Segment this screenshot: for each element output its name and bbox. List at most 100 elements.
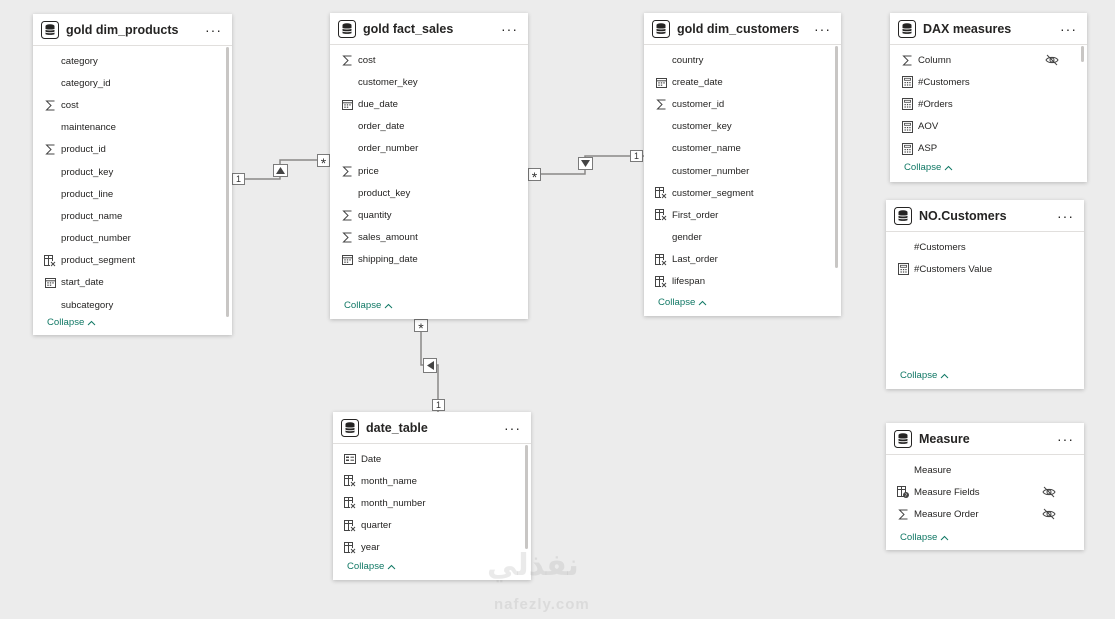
field-row[interactable]: order_date bbox=[330, 116, 528, 138]
collapse-link[interactable]: Collapse bbox=[900, 532, 949, 543]
collapse-link[interactable]: Collapse bbox=[658, 297, 707, 308]
field-row[interactable]: quantity bbox=[330, 204, 528, 226]
field-icon-placeholder bbox=[341, 143, 353, 155]
more-options-icon[interactable]: ··· bbox=[1055, 209, 1076, 223]
field-row[interactable]: start_date bbox=[33, 272, 232, 294]
field-row[interactable]: ASP bbox=[890, 138, 1087, 160]
field-row[interactable]: customer_id bbox=[644, 93, 841, 115]
table-card-dax-measures[interactable]: DAX measures ··· Column #Customers #Orders AO… bbox=[890, 13, 1087, 182]
collapse-link[interactable]: Collapse bbox=[900, 370, 949, 381]
field-row[interactable]: product_id bbox=[33, 139, 232, 161]
filter-direction-date[interactable] bbox=[423, 358, 437, 373]
field-row[interactable]: subcategory bbox=[33, 294, 232, 316]
table-header[interactable]: gold dim_customers ··· bbox=[644, 13, 841, 45]
field-row[interactable]: product_line bbox=[33, 183, 232, 205]
collapse-link[interactable]: Collapse bbox=[344, 300, 393, 311]
more-options-icon[interactable]: ··· bbox=[812, 22, 833, 36]
table-card-gold-fact-sales[interactable]: gold fact_sales ··· cost customer_key due_da… bbox=[330, 13, 528, 319]
table-header[interactable]: gold dim_products ··· bbox=[33, 14, 232, 46]
field-row[interactable]: cost bbox=[33, 94, 232, 116]
field-row[interactable]: Last_order bbox=[644, 249, 841, 271]
table-card-gold-dim-customers[interactable]: gold dim_customers ··· country create_date c… bbox=[644, 13, 841, 316]
field-row[interactable]: due_date bbox=[330, 93, 528, 115]
field-row[interactable]: customer_key bbox=[644, 116, 841, 138]
field-row[interactable]: shipping_date bbox=[330, 249, 528, 271]
field-row[interactable]: maintenance bbox=[33, 117, 232, 139]
field-row[interactable]: cost bbox=[330, 49, 528, 71]
field-name: product_key bbox=[61, 166, 114, 178]
field-row[interactable]: order_number bbox=[330, 138, 528, 160]
collapse-label: Collapse bbox=[658, 297, 696, 308]
scrollbar[interactable] bbox=[525, 445, 528, 549]
table-header[interactable]: date_table ··· bbox=[333, 412, 531, 444]
field-row[interactable]: #Customers bbox=[890, 71, 1087, 93]
table-card-measure[interactable]: Measure ··· Measure? Measure Fields Measure … bbox=[886, 423, 1084, 550]
table-header[interactable]: NO.Customers ··· bbox=[886, 200, 1084, 232]
field-row[interactable]: price bbox=[330, 160, 528, 182]
field-row[interactable]: quarter bbox=[333, 515, 531, 537]
field-row[interactable]: product_segment bbox=[33, 250, 232, 272]
table-header[interactable]: gold fact_sales ··· bbox=[330, 13, 528, 45]
field-row[interactable]: product_number bbox=[33, 228, 232, 250]
field-row[interactable]: First_order bbox=[644, 204, 841, 226]
field-row[interactable]: ? Measure Fields bbox=[886, 481, 1084, 503]
more-options-icon[interactable]: ··· bbox=[1058, 22, 1079, 36]
calendar-icon bbox=[44, 277, 56, 289]
field-icon-placeholder bbox=[44, 166, 56, 178]
field-row[interactable]: month_name bbox=[333, 470, 531, 492]
table-header[interactable]: Measure ··· bbox=[886, 423, 1084, 455]
field-row[interactable]: Date bbox=[333, 448, 531, 470]
hidden-icon[interactable] bbox=[1042, 486, 1056, 498]
field-row[interactable]: product_key bbox=[330, 182, 528, 204]
more-options-icon[interactable]: ··· bbox=[502, 421, 523, 435]
field-row[interactable]: customer_name bbox=[644, 138, 841, 160]
field-row[interactable]: sales_amount bbox=[330, 227, 528, 249]
more-options-icon[interactable]: ··· bbox=[1055, 432, 1076, 446]
field-row[interactable]: create_date bbox=[644, 71, 841, 93]
chevron-up-icon bbox=[940, 373, 949, 379]
field-row[interactable]: #Customers bbox=[886, 236, 1084, 258]
date-hierarchy-icon bbox=[344, 453, 356, 465]
field-row[interactable]: customer_key bbox=[330, 71, 528, 93]
collapse-link[interactable]: Collapse bbox=[47, 317, 96, 328]
filter-direction-products[interactable] bbox=[273, 164, 288, 177]
table-icon bbox=[898, 19, 916, 38]
field-row[interactable]: Measure bbox=[886, 459, 1084, 481]
field-row[interactable]: #Orders bbox=[890, 93, 1087, 115]
chevron-up-icon bbox=[387, 564, 396, 570]
field-row[interactable]: Column bbox=[890, 49, 1087, 71]
calculated-column-icon bbox=[655, 253, 667, 266]
scrollbar[interactable] bbox=[226, 47, 229, 317]
field-row[interactable]: month_number bbox=[333, 492, 531, 514]
hidden-icon[interactable] bbox=[1045, 54, 1059, 66]
field-row[interactable]: category bbox=[33, 50, 232, 72]
sigma-icon bbox=[341, 165, 353, 177]
collapse-label: Collapse bbox=[47, 317, 85, 328]
field-row[interactable]: product_name bbox=[33, 205, 232, 227]
table-card-no-customers[interactable]: NO.Customers ··· #Customers #Customers Valu… bbox=[886, 200, 1084, 389]
field-name: start_date bbox=[61, 277, 104, 289]
scrollbar[interactable] bbox=[835, 46, 838, 268]
field-row[interactable]: #Customers Value bbox=[886, 258, 1084, 280]
field-row[interactable]: customer_segment bbox=[644, 182, 841, 204]
collapse-link[interactable]: Collapse bbox=[347, 561, 396, 572]
model-view-canvas[interactable]: 1 * * 1 * 1 gold dim_products ··· category… bbox=[0, 0, 1115, 619]
field-row[interactable]: gender bbox=[644, 227, 841, 249]
collapse-link[interactable]: Collapse bbox=[904, 162, 953, 173]
field-row[interactable]: country bbox=[644, 49, 841, 71]
more-options-icon[interactable]: ··· bbox=[499, 22, 520, 36]
field-row[interactable]: product_key bbox=[33, 161, 232, 183]
field-row[interactable]: category_id bbox=[33, 72, 232, 94]
table-header[interactable]: DAX measures ··· bbox=[890, 13, 1087, 45]
field-row[interactable]: lifespan bbox=[644, 271, 841, 293]
scrollbar[interactable] bbox=[1081, 46, 1084, 62]
table-card-gold-dim-products[interactable]: gold dim_products ··· category category_id c… bbox=[33, 14, 232, 335]
filter-direction-customers[interactable] bbox=[578, 157, 593, 170]
field-row[interactable]: customer_number bbox=[644, 160, 841, 182]
field-name: Measure Order bbox=[914, 508, 979, 520]
hidden-icon[interactable] bbox=[1042, 508, 1056, 520]
field-row[interactable]: Measure Order bbox=[886, 503, 1084, 525]
more-options-icon[interactable]: ··· bbox=[203, 23, 224, 37]
field-row[interactable]: AOV bbox=[890, 116, 1087, 138]
field-name: due_date bbox=[358, 98, 399, 110]
